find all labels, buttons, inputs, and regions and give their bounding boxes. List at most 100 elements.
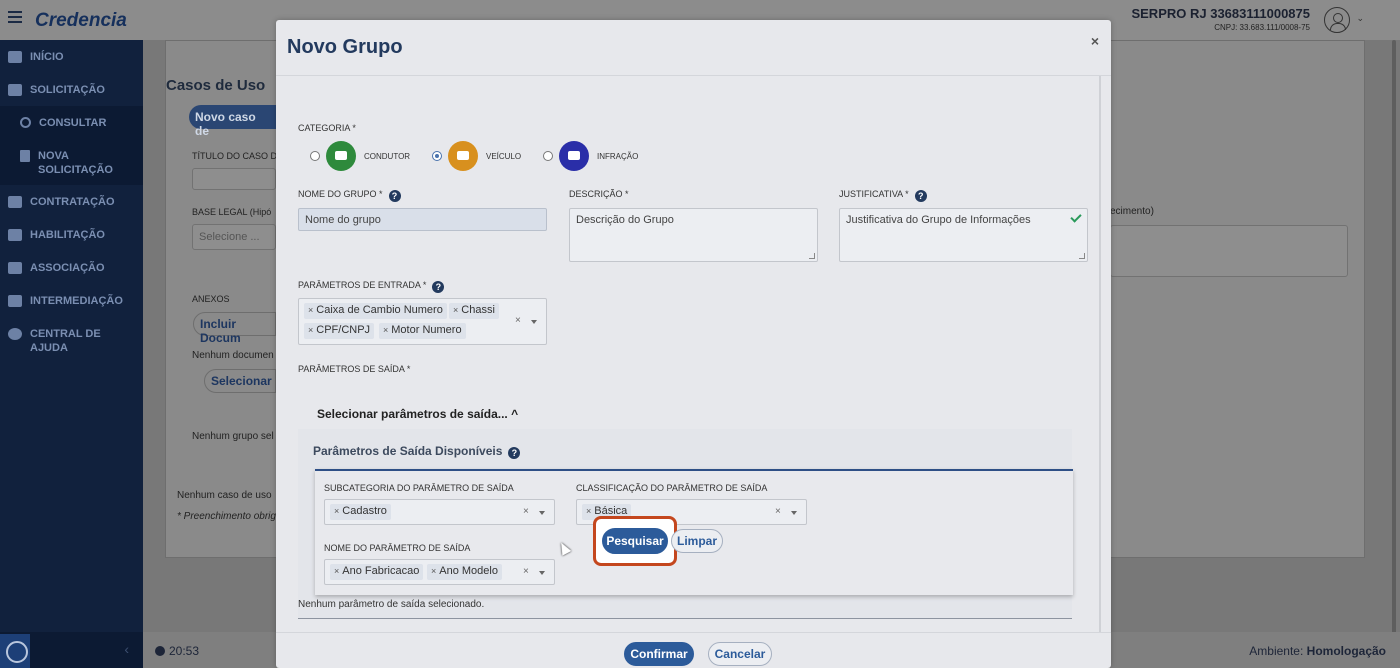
help-icon[interactable]: ?: [388, 190, 401, 202]
chip-cadastro[interactable]: × Cadastro: [330, 504, 391, 520]
chip-ano-modelo[interactable]: × Ano Modelo: [427, 564, 502, 580]
clear-icon[interactable]: ×: [775, 506, 781, 517]
sidebar-item-central-de-ajuda[interactable]: CENTRAL DE AJUDA: [0, 317, 143, 363]
confirmar-button[interactable]: Confirmar: [624, 642, 694, 666]
sidebar-item-nova-solicitacao[interactable]: NOVA SOLICITAÇÃO: [0, 139, 143, 185]
sidebar-item-intermediacao[interactable]: INTERMEDIAÇÃO: [0, 284, 143, 317]
chevron-left-icon[interactable]: ‹: [124, 641, 129, 657]
saida-toggle[interactable]: Selecionar parâmetros de saída... ^: [317, 407, 518, 421]
titulo-input[interactable]: [192, 168, 276, 190]
remove-icon[interactable]: ×: [308, 325, 313, 335]
descricao-label: DESCRIÇÃO *: [569, 189, 629, 199]
clear-icon[interactable]: ×: [523, 506, 529, 517]
sidebar: INÍCIO SOLICITAÇÃO CONSULTAR NOVA SOLICI…: [0, 40, 143, 668]
remove-icon[interactable]: ×: [308, 305, 313, 315]
id-card-icon: [326, 141, 356, 171]
sidebar-item-solicitacao[interactable]: SOLICITAÇÃO: [0, 73, 143, 106]
chip-ano-fabricacao[interactable]: × Ano Fabricacao: [330, 564, 424, 580]
entrada-multiselect[interactable]: × Caixa de Cambio Numero × Chassi × CPF/CNP…: [298, 298, 547, 345]
classificacao-label: CLASSIFICAÇÃO DO PARÂMETRO DE SAÍDA: [576, 483, 768, 493]
org-info: SERPRO RJ 33683111000875 CNPJ: 33.683.11…: [1131, 6, 1310, 32]
pesquisar-focus-ring: Pesquisar: [593, 516, 677, 566]
help-icon[interactable]: ?: [432, 281, 445, 293]
chip-motor-numero[interactable]: × Motor Numero: [379, 323, 466, 339]
close-icon[interactable]: ×: [1091, 33, 1099, 49]
search-icon: [20, 117, 31, 128]
radio-condutor[interactable]: [310, 151, 320, 161]
cookie-icon[interactable]: [0, 634, 30, 668]
remove-icon[interactable]: ×: [383, 325, 388, 335]
chip-label: Caixa de Cambio Numero: [316, 304, 443, 316]
disponiveis-title: Parâmetros de Saída Disponíveis?: [313, 444, 521, 459]
remove-icon[interactable]: ×: [334, 506, 339, 516]
remove-icon[interactable]: ×: [586, 506, 591, 516]
help-icon[interactable]: ?: [914, 190, 927, 202]
chip-chassi[interactable]: × Chassi: [449, 303, 499, 319]
sidebar-item-associacao[interactable]: ASSOCIAÇÃO: [0, 251, 143, 284]
remove-icon[interactable]: ×: [431, 566, 436, 576]
sidebar-item-label: SOLICITAÇÃO: [30, 84, 105, 96]
entrada-label: PARÂMETROS DE ENTRADA *?: [298, 280, 445, 293]
clear-icon[interactable]: ×: [523, 566, 529, 577]
scrollbar[interactable]: [1390, 40, 1398, 645]
cancelar-button[interactable]: Cancelar: [708, 642, 772, 666]
nome-param-multiselect[interactable]: × Ano Fabricacao × Ano Modelo ×: [324, 559, 555, 585]
chevron-down-icon[interactable]: [539, 511, 545, 515]
chip-caixa-cambio[interactable]: × Caixa de Cambio Numero: [304, 303, 447, 319]
new-case-button[interactable]: Novo caso de: [189, 105, 279, 138]
base-legal-select[interactable]: Selecione ...: [192, 224, 276, 250]
category-label-infracao: INFRAÇÃO: [597, 152, 639, 161]
nome-grupo-input[interactable]: Nome do grupo: [298, 208, 547, 231]
descricao-value: Descrição do Grupo: [576, 214, 674, 226]
remove-icon[interactable]: ×: [334, 566, 339, 576]
chevron-down-icon[interactable]: [531, 320, 537, 324]
sidebar-item-consultar[interactable]: CONSULTAR: [0, 106, 143, 139]
sidebar-item-inicio[interactable]: INÍCIO: [0, 40, 143, 73]
brand-logo[interactable]: Credencia: [35, 10, 127, 32]
menu-icon[interactable]: [8, 11, 22, 23]
page-title: Casos de Uso: [166, 77, 266, 94]
selecionar-button[interactable]: Selecionar: [204, 369, 276, 393]
category-label-veiculo: VEÍCULO: [486, 152, 522, 161]
right-field-label: ecimento): [1110, 206, 1154, 217]
chip-label: Motor Numero: [391, 324, 462, 336]
limpar-button[interactable]: Limpar: [671, 529, 723, 553]
pesquisar-button[interactable]: Pesquisar: [602, 528, 668, 554]
sidebar-item-label: HABILITAÇÃO: [30, 229, 105, 241]
descricao-textarea[interactable]: Descrição do Grupo: [569, 208, 818, 262]
subcategoria-label: SUBCATEGORIA DO PARÂMETRO DE SAÍDA: [324, 483, 514, 493]
handshake-icon: [8, 196, 22, 208]
remove-icon[interactable]: ×: [453, 305, 458, 315]
user-tie-icon: [8, 295, 22, 307]
justificativa-textarea[interactable]: Justificativa do Grupo de Informações: [839, 208, 1088, 262]
sidebar-item-habilitacao[interactable]: HABILITAÇÃO: [0, 218, 143, 251]
justificativa-value: Justificativa do Grupo de Informações: [846, 214, 1031, 226]
nome-grupo-label: NOME DO GRUPO *?: [298, 189, 401, 202]
justificativa-label: JUSTIFICATIVA *?: [839, 189, 927, 202]
chevron-down-icon[interactable]: ⌄: [1356, 13, 1364, 24]
chip-cpf-cnpj[interactable]: × CPF/CNPJ: [304, 323, 375, 339]
nenhum-grupo-text: Nenhum grupo sel: [192, 431, 274, 442]
help-icon[interactable]: ?: [508, 447, 521, 459]
radio-infracao[interactable]: [543, 151, 553, 161]
question-icon: [8, 328, 22, 340]
chevron-down-icon[interactable]: [539, 571, 545, 575]
saida-label: PARÂMETROS DE SAÍDA *: [298, 364, 411, 374]
document-icon: [20, 150, 30, 162]
resize-handle-icon[interactable]: [1079, 253, 1085, 259]
incluir-documento-button[interactable]: Incluir Docum: [193, 312, 276, 345]
home-icon: [8, 51, 22, 63]
clear-icon[interactable]: ×: [515, 315, 521, 326]
right-field-textarea[interactable]: [1110, 225, 1348, 277]
categoria-label: CATEGORIA *: [298, 123, 356, 133]
chevron-down-icon[interactable]: [791, 511, 797, 515]
resize-handle-icon[interactable]: [809, 253, 815, 259]
sidebar-item-contratacao[interactable]: CONTRATAÇÃO: [0, 185, 143, 218]
novo-grupo-modal: Novo Grupo × CATEGORIA * CONDUTOR VEÍCUL…: [276, 20, 1111, 668]
sidebar-item-label: CONSULTAR: [39, 117, 107, 129]
subcategoria-multiselect[interactable]: × Cadastro ×: [324, 499, 555, 525]
user-avatar-icon[interactable]: [1324, 7, 1350, 33]
nome-grupo-label-text: NOME DO GRUPO *: [298, 189, 383, 199]
radio-veiculo[interactable]: [432, 151, 442, 161]
sidebar-footer: ‹: [0, 632, 143, 668]
